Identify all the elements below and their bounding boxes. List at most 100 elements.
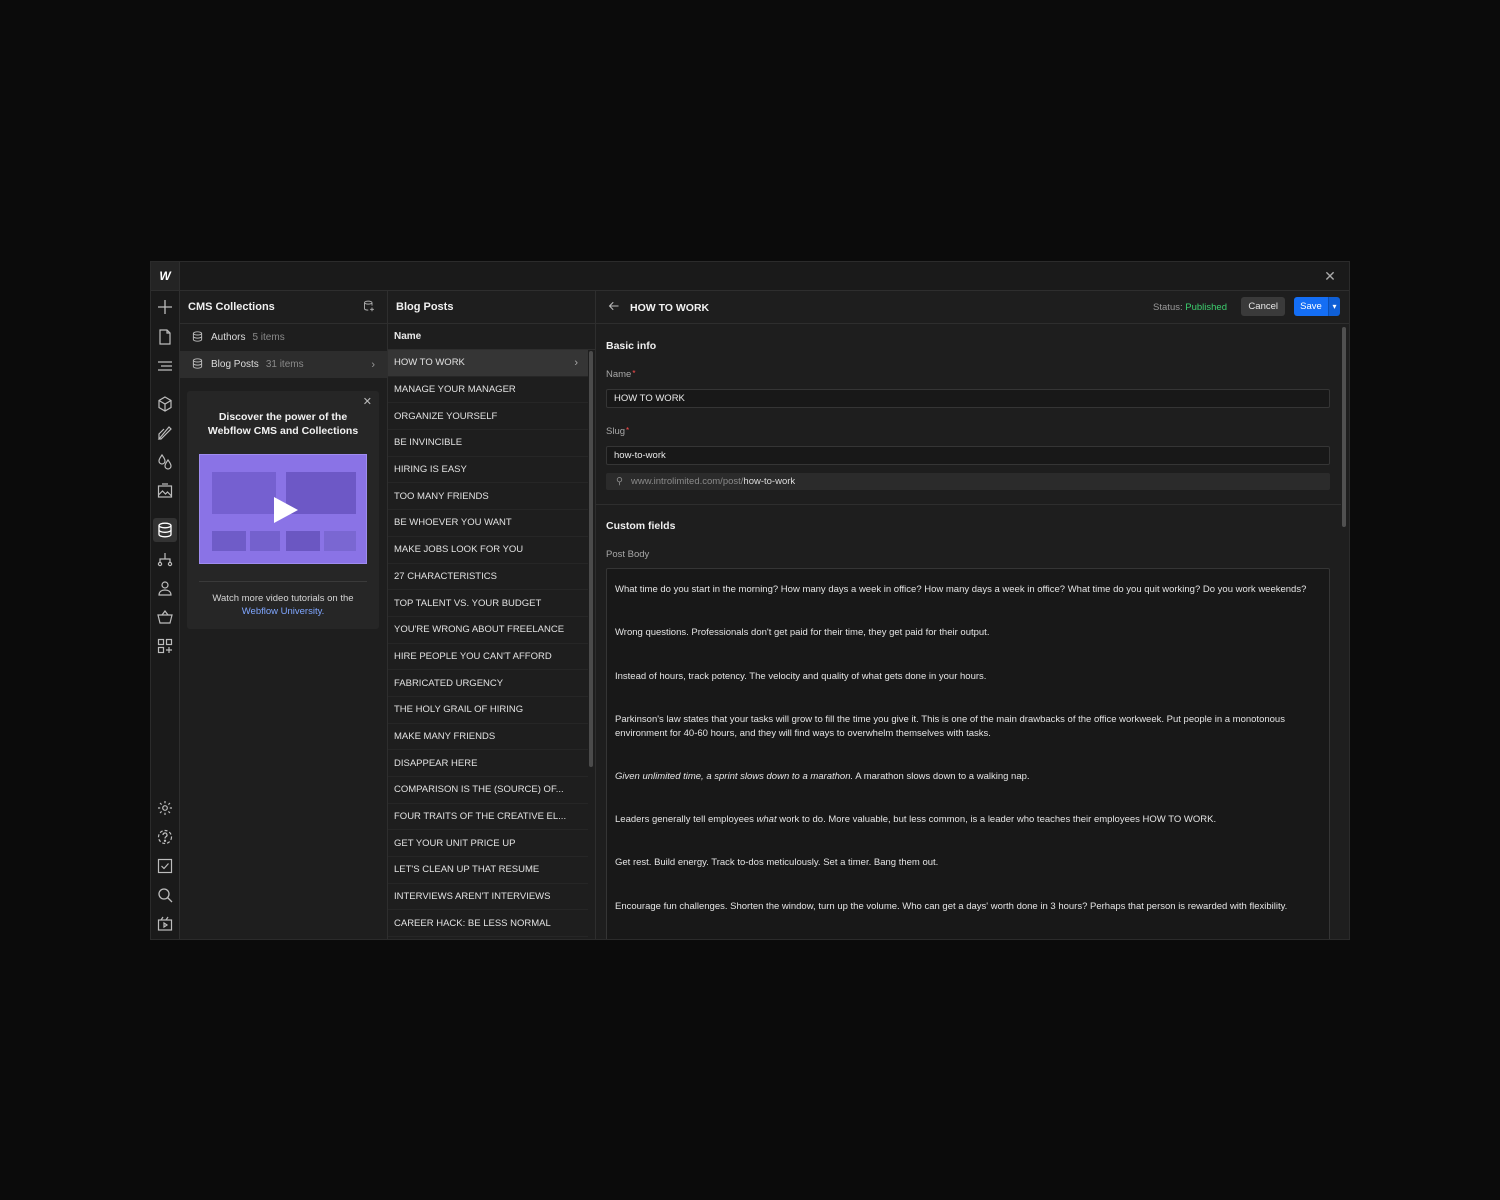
audit-icon[interactable]	[153, 854, 177, 878]
url-preview[interactable]: ⚲ www.introlimited.com/post/how-to-work	[606, 473, 1330, 490]
post-name: INTERVIEWS AREN'T INTERVIEWS	[394, 891, 551, 903]
slug-input[interactable]: how-to-work	[606, 446, 1330, 465]
list-item[interactable]: HIRING IS EASY	[388, 457, 588, 484]
body-paragraph: Given unlimited time, a sprint slows dow…	[615, 770, 1315, 784]
settings-icon[interactable]	[153, 796, 177, 820]
thumbnail-block	[212, 472, 276, 514]
navigator-icon[interactable]	[153, 354, 177, 378]
tutorial-promo-card: ✕ Discover the power of the Webflow CMS …	[187, 391, 379, 629]
cms-icon[interactable]	[153, 518, 177, 542]
name-input[interactable]: HOW TO WORK	[606, 389, 1330, 408]
assets-icon[interactable]	[153, 479, 177, 503]
apps-icon[interactable]	[153, 634, 177, 658]
play-icon[interactable]	[274, 497, 298, 523]
list-item[interactable]: FABRICATED URGENCY	[388, 670, 588, 697]
collection-count: 5 items	[252, 332, 285, 343]
users-icon[interactable]	[153, 576, 177, 600]
list-item[interactable]: GET YOUR UNIT PRICE UP	[388, 830, 588, 858]
list-item[interactable]: MAKE JOBS LOOK FOR YOU	[388, 537, 588, 564]
post-body-editor[interactable]: What time do you start in the morning? H…	[606, 568, 1330, 939]
close-icon[interactable]: ✕	[1321, 267, 1339, 285]
list-item[interactable]: THE HOLY GRAIL OF HIRING	[388, 697, 588, 724]
style-icon[interactable]	[153, 421, 177, 445]
left-icon-sidebar	[151, 291, 180, 939]
panel-title: Blog Posts	[396, 301, 454, 313]
collection-item-authors[interactable]: Authors 5 items	[180, 324, 387, 351]
list-item[interactable]: HOW TO WORK ›	[388, 350, 588, 377]
status-badge: Published	[1185, 302, 1227, 313]
thumbnail-block	[250, 531, 280, 551]
status-label: Status:	[1153, 302, 1183, 313]
body-paragraph: Instead of hours, track potency. The vel…	[615, 671, 987, 682]
post-name: YOU'RE WRONG ABOUT FREELANCE	[394, 624, 565, 636]
list-item[interactable]: MANAGE YOUR MANAGER	[388, 377, 588, 404]
item-detail-panel: HOW TO WORK Status: Published Cancel Sav…	[596, 291, 1349, 939]
promo-footer-text: Watch more video tutorials on the	[212, 593, 354, 604]
ecommerce-icon[interactable]	[153, 605, 177, 629]
list-item[interactable]: ORGANIZE YOURSELF	[388, 403, 588, 431]
body-paragraph: Leaders generally tell employees what wo…	[615, 813, 1315, 827]
status-text: Status: Published	[1153, 302, 1227, 313]
list-item[interactable]: INTERVIEWS AREN'T INTERVIEWS	[388, 884, 588, 911]
add-collection-icon[interactable]	[363, 300, 375, 315]
list-item[interactable]: COMPARISON IS THE (SOURCE) OF...	[388, 777, 588, 804]
list-item[interactable]: YOU'RE WRONG ABOUT FREELANCE	[388, 617, 588, 644]
list-item[interactable]: TOO MANY FRIENDS	[388, 483, 588, 511]
list-item[interactable]: DISAPPEAR HERE	[388, 750, 588, 777]
post-name: MAKE MANY FRIENDS	[394, 730, 496, 742]
video-icon[interactable]	[153, 912, 177, 936]
collection-name: Blog Posts	[211, 359, 259, 370]
search-icon[interactable]	[153, 883, 177, 907]
collection-item-blog-posts[interactable]: Blog Posts 31 items ›	[180, 351, 387, 378]
name-label: Name*	[606, 369, 635, 380]
variables-icon[interactable]	[153, 450, 177, 474]
webflow-university-link[interactable]: Webflow University.	[242, 606, 325, 617]
help-icon[interactable]	[153, 825, 177, 849]
blog-posts-panel: Blog Posts Name HOW TO WORK › MANAGE YOUR…	[388, 291, 596, 939]
list-item[interactable]: FOUR TRAITS OF THE CREATIVE EL...	[388, 804, 588, 831]
chevron-down-icon[interactable]: ▾	[1328, 297, 1340, 316]
post-name: BE INVINCIBLE	[394, 437, 463, 449]
logic-icon[interactable]	[153, 547, 177, 571]
promo-title-line: Webflow CMS and Collections	[207, 425, 359, 437]
post-name: 27 CHARACTERISTICS	[394, 570, 497, 582]
list-item[interactable]: BE WHOEVER YOU WANT	[388, 510, 588, 537]
url-slug: how-to-work	[743, 476, 796, 487]
list-item[interactable]: 27 CHARACTERISTICS	[388, 564, 588, 591]
basic-info-title: Basic info	[606, 340, 657, 352]
post-name: HOW TO WORK	[394, 357, 465, 369]
back-arrow-icon[interactable]	[608, 300, 620, 315]
top-bar: W ✕	[151, 262, 1349, 291]
link-icon: ⚲	[616, 476, 623, 487]
item-title: HOW TO WORK	[630, 302, 710, 314]
close-icon[interactable]: ✕	[363, 395, 372, 408]
list-item[interactable]: CAREER HACK: BE LESS NORMAL	[388, 910, 588, 938]
page-icon[interactable]	[153, 325, 177, 349]
name-label-text: Name	[606, 369, 632, 380]
body-text: A marathon slows down to a walking nap.	[853, 771, 1030, 782]
body-paragraph: What time do you start in the morning? H…	[615, 584, 1307, 595]
video-thumbnail[interactable]	[199, 454, 367, 564]
post-name: COMPARISON IS THE (SOURCE) OF...	[394, 784, 564, 796]
list-item[interactable]: LET'S CLEAN UP THAT RESUME	[388, 857, 588, 884]
thumbnail-block	[212, 531, 246, 551]
list-item[interactable]: HIRE PEOPLE YOU CAN'T AFFORD	[388, 644, 588, 671]
italic-text: what	[756, 814, 777, 825]
divider	[199, 581, 367, 582]
list-item[interactable]: MAKE MANY FRIENDS	[388, 724, 588, 751]
cancel-button[interactable]: Cancel	[1241, 297, 1285, 316]
post-name: MANAGE YOUR MANAGER	[394, 384, 516, 396]
scrollbar[interactable]	[1342, 327, 1346, 527]
scrollbar[interactable]	[589, 351, 593, 767]
chevron-right-icon: ›	[371, 358, 375, 371]
panel-title: CMS Collections	[188, 301, 275, 313]
webflow-logo-icon[interactable]: W	[151, 262, 180, 290]
chevron-right-icon: ›	[574, 356, 578, 369]
components-icon[interactable]	[153, 392, 177, 416]
plus-icon[interactable]	[153, 295, 177, 319]
post-name: MAKE JOBS LOOK FOR YOU	[394, 544, 524, 556]
save-button[interactable]: Save	[1294, 297, 1328, 316]
list-item[interactable]: BE INVINCIBLE	[388, 430, 588, 457]
list-item[interactable]: TOP TALENT VS. YOUR BUDGET	[388, 590, 588, 617]
column-header-name[interactable]: Name	[388, 324, 595, 350]
